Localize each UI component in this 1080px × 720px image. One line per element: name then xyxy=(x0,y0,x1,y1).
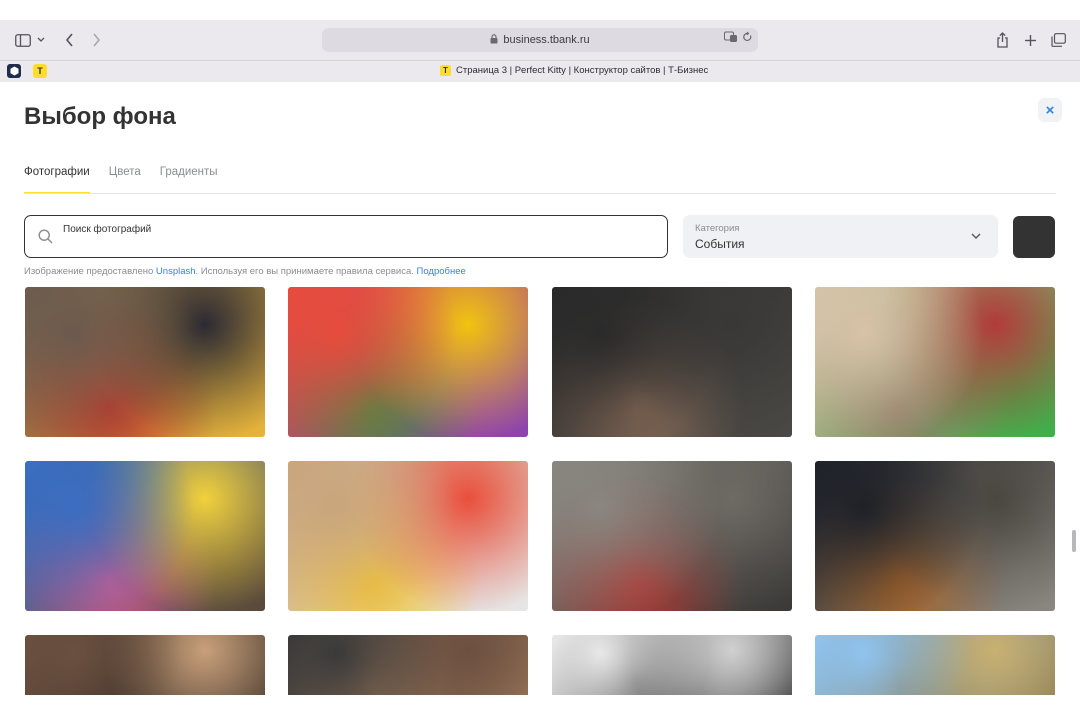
attribution-text: Изображение предоставлено Unsplash. Испо… xyxy=(24,266,466,277)
pinned-tab-icon[interactable] xyxy=(7,64,21,78)
photo-city-crowd[interactable] xyxy=(288,635,528,695)
photo-police-parade[interactable] xyxy=(815,461,1055,611)
photo-elderly-man-parade[interactable] xyxy=(815,287,1055,437)
sidebar-toggle-icon[interactable] xyxy=(12,30,34,50)
background-tabs: Фотографии Цвета Градиенты xyxy=(24,166,237,194)
translate-reload-icons[interactable] xyxy=(724,31,752,46)
share-icon[interactable] xyxy=(991,30,1013,50)
chevron-down-icon xyxy=(971,233,981,239)
address-bar[interactable]: business.tbank.ru xyxy=(322,28,758,52)
forward-icon[interactable] xyxy=(85,30,107,50)
modal-title: Выбор фона xyxy=(24,103,176,130)
back-icon[interactable] xyxy=(58,30,80,50)
photo-city-street-parade[interactable] xyxy=(25,635,265,695)
category-label: Категория xyxy=(695,223,740,234)
photo-pride-flags-crowd[interactable] xyxy=(288,287,528,437)
attribution-prefix: Изображение предоставлено xyxy=(24,266,156,277)
browser-tab-strip: T T Страница 3 | Perfect Kitty | Констру… xyxy=(0,60,1080,82)
tbank-favicon-icon: T xyxy=(440,65,451,76)
unsplash-link[interactable]: Unsplash xyxy=(156,266,196,277)
photo-ukraine-crowd[interactable] xyxy=(25,461,265,611)
tab-overview-icon[interactable] xyxy=(1047,30,1069,50)
search-placeholder: Поиск фотографий xyxy=(63,224,152,235)
active-browser-tab[interactable]: T Страница 3 | Perfect Kitty | Конструкт… xyxy=(440,65,708,76)
search-input[interactable]: Поиск фотографий xyxy=(24,215,668,258)
lock-icon xyxy=(490,34,498,46)
browser-toolbar: business.tbank.ru xyxy=(0,20,1080,60)
browser-tab-title: Страница 3 | Perfect Kitty | Конструктор… xyxy=(456,65,709,76)
color-swatch[interactable] xyxy=(1013,216,1055,258)
tab-gradients[interactable]: Градиенты xyxy=(160,166,218,194)
search-icon xyxy=(38,229,53,244)
attribution-middle: . Используя его вы принимаете правила се… xyxy=(195,266,417,277)
photo-fighter-jets[interactable] xyxy=(552,635,792,695)
tab-colors[interactable]: Цвета xyxy=(109,166,141,194)
photo-man-raised-arms[interactable] xyxy=(552,287,792,437)
category-value: События xyxy=(695,237,745,251)
tab-photos[interactable]: Фотографии xyxy=(24,166,90,194)
pinned-tab-tbank-icon[interactable]: T xyxy=(33,64,47,78)
browser-chrome: business.tbank.ru T T Страница 3 | Perfe… xyxy=(0,20,1080,82)
photo-landmark-sky[interactable] xyxy=(815,635,1055,695)
chevron-down-icon[interactable] xyxy=(34,30,48,50)
more-link[interactable]: Подробнее xyxy=(417,266,466,277)
photo-love-ukraine-sign[interactable] xyxy=(288,461,528,611)
photo-pride-motorcycles[interactable] xyxy=(25,287,265,437)
url-text: business.tbank.ru xyxy=(503,34,590,46)
photo-we-remember-building[interactable] xyxy=(552,461,792,611)
category-select[interactable]: Категория События xyxy=(683,215,998,258)
scrollbar-thumb[interactable] xyxy=(1072,530,1076,552)
new-tab-icon[interactable] xyxy=(1019,30,1041,50)
close-button[interactable]: × xyxy=(1038,98,1062,122)
tabs-divider xyxy=(24,193,1056,194)
